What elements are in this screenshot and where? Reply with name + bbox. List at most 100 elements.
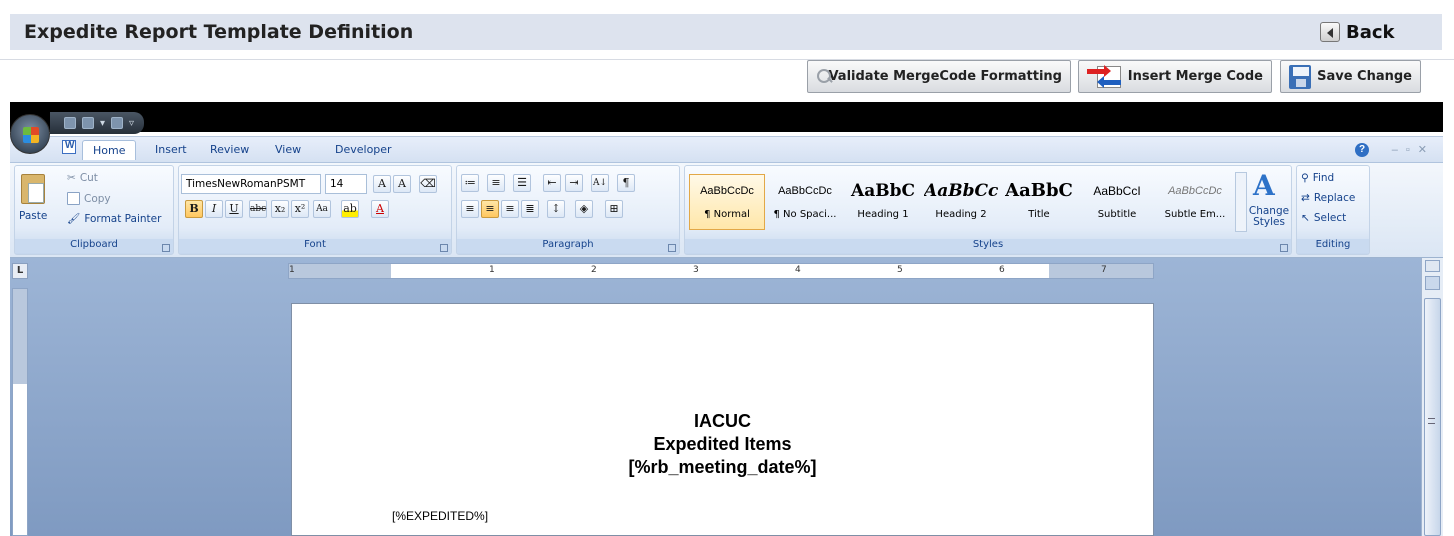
font-size-combo[interactable]: 14 (325, 174, 367, 194)
ruler-number: 5 (897, 265, 903, 275)
ruler-number: 2 (591, 265, 597, 275)
paste-icon[interactable] (21, 174, 45, 204)
copy-button[interactable]: Copy (67, 192, 111, 205)
style-title[interactable]: AaBbC Title (1001, 174, 1077, 230)
validate-label: Validate MergeCode Formatting (828, 69, 1062, 84)
word-editor: ▾ ▿ Home Insert Review View Developer ? … (10, 108, 1443, 536)
paste-button[interactable]: Paste (19, 210, 47, 222)
shrink-font-icon[interactable]: A (393, 175, 411, 193)
scroll-up-icon[interactable] (1425, 276, 1440, 290)
bold-icon[interactable]: B (185, 200, 203, 218)
doc-heading-date-code: [%rb_meeting_date%] (628, 457, 817, 477)
decrease-indent-icon[interactable]: ⇤ (543, 174, 561, 192)
style-title-sample: AaBbC (1005, 180, 1073, 201)
clipboard-group-label: Clipboard (15, 239, 173, 253)
strikethrough-icon[interactable]: abc (249, 200, 267, 218)
cut-button[interactable]: ✂ Cut (67, 172, 98, 184)
style-subtle-emphasis[interactable]: AaBbCcDc Subtle Em... (1157, 174, 1233, 230)
highlight-icon[interactable]: ab (341, 200, 359, 218)
sort-icon[interactable]: A↓ (591, 174, 609, 192)
justify-icon[interactable]: ≣ (521, 200, 539, 218)
qat-dropdown-icon[interactable]: ▾ (100, 118, 105, 129)
bullets-icon[interactable]: ≔ (461, 174, 479, 192)
grow-font-icon[interactable]: A (373, 175, 391, 193)
style-no-spacing[interactable]: AaBbCcDc ¶ No Spaci... (767, 174, 843, 230)
borders-icon[interactable]: ⊞ (605, 200, 623, 218)
align-left-icon[interactable]: ≡ (461, 200, 479, 218)
cursor-icon: ↖ (1301, 212, 1310, 224)
undo-icon[interactable] (82, 117, 94, 129)
style-normal-sample: AaBbCcDc (700, 185, 754, 197)
numbering-icon[interactable]: ≡ (487, 174, 505, 192)
redo-icon[interactable] (111, 117, 124, 129)
vertical-ruler[interactable] (12, 288, 28, 536)
scroll-thumb[interactable] (1424, 298, 1441, 536)
tab-review[interactable]: Review (210, 143, 249, 156)
font-group: TimesNewRomanPSMT 14 A A ⌫ B I U abc x₂ … (178, 165, 452, 255)
tab-home[interactable]: Home (82, 140, 137, 160)
clear-format-icon[interactable]: ⌫ (419, 175, 437, 193)
style-subtle-emphasis-sample: AaBbCcDc (1168, 185, 1222, 197)
font-name-combo[interactable]: TimesNewRomanPSMT (181, 174, 321, 194)
clipboard-launcher-icon[interactable] (162, 244, 170, 252)
horizontal-ruler[interactable]: 1 1 2 3 4 5 6 7 (288, 263, 1154, 279)
qat-customize-icon[interactable]: ▿ (129, 118, 134, 129)
italic-icon[interactable]: I (205, 200, 223, 218)
paragraph-group-label: Paragraph (457, 239, 679, 253)
tab-selector-icon[interactable]: L (12, 263, 28, 279)
save-change-button[interactable]: Save Change (1280, 60, 1421, 93)
ruler-number: 1 (289, 265, 295, 275)
format-painter-button[interactable]: 🖌 Format Painter (67, 212, 162, 226)
ruler-number: 1 (489, 265, 495, 275)
window-controls-icon[interactable]: –▫✕ (1392, 143, 1435, 156)
split-view-icon[interactable] (1425, 260, 1440, 272)
back-button[interactable]: Back (1320, 20, 1395, 44)
style-heading-1[interactable]: AaBbC Heading 1 (845, 174, 921, 230)
find-label: Find (1312, 172, 1335, 184)
multilevel-list-icon[interactable]: ☰ (513, 174, 531, 192)
shading-icon[interactable]: ◈ (575, 200, 593, 218)
align-center-icon[interactable]: ≡ (481, 200, 499, 218)
editing-group: ⚲ Find ⇄ Replace ↖ Select Editing (1296, 165, 1370, 255)
change-styles-label: Change Styles (1248, 205, 1290, 228)
document-workspace: L 1 1 2 3 4 5 6 7 IACUC Expedited Items … (10, 258, 1443, 536)
style-heading-1-name: Heading 1 (857, 209, 909, 220)
insert-merge-code-button[interactable]: Insert Merge Code (1078, 60, 1272, 93)
style-no-spacing-name: ¶ No Spaci... (773, 209, 837, 220)
font-color-icon[interactable]: A (371, 200, 389, 218)
align-right-icon[interactable]: ≡ (501, 200, 519, 218)
find-button[interactable]: ⚲ Find (1301, 172, 1334, 184)
merge-arrows-icon (1087, 64, 1122, 90)
document-page[interactable]: IACUC Expedited Items [%rb_meeting_date%… (291, 303, 1154, 536)
increase-indent-icon[interactable]: ⇥ (565, 174, 583, 192)
superscript-icon[interactable]: x² (291, 200, 309, 218)
select-button[interactable]: ↖ Select (1301, 212, 1346, 224)
tab-developer[interactable]: Developer (335, 143, 392, 156)
style-heading-2[interactable]: AaBbCc Heading 2 (923, 174, 999, 230)
help-icon[interactable]: ? (1355, 143, 1369, 157)
insert-label: Insert Merge Code (1127, 69, 1263, 84)
ribbon: Paste ✂ Cut Copy 🖌 Format Painter Clipboar… (10, 162, 1443, 258)
line-spacing-icon[interactable]: ↕ (547, 200, 565, 218)
underline-icon[interactable]: U (225, 200, 243, 218)
paragraph-launcher-icon[interactable] (668, 244, 676, 252)
font-launcher-icon[interactable] (440, 244, 448, 252)
subscript-icon[interactable]: x₂ (271, 200, 289, 218)
style-normal[interactable]: AaBbCcDc ¶ Normal (689, 174, 765, 230)
change-case-icon[interactable]: Aa (313, 200, 331, 218)
change-styles-button[interactable]: A Change Styles (1247, 168, 1291, 240)
tab-insert[interactable]: Insert (155, 143, 187, 156)
style-subtitle[interactable]: AaBbCcI Subtitle (1079, 174, 1155, 230)
validate-mergecode-button[interactable]: Validate MergeCode Formatting (807, 60, 1071, 93)
save-icon[interactable] (64, 117, 76, 129)
tab-view[interactable]: View (275, 143, 301, 156)
show-marks-icon[interactable]: ¶ (617, 174, 635, 192)
style-heading-1-sample: AaBbC (851, 181, 915, 201)
styles-gallery-scroll[interactable] (1235, 172, 1247, 232)
vertical-scrollbar[interactable] (1421, 258, 1443, 536)
format-painter-label: Format Painter (84, 212, 162, 225)
replace-button[interactable]: ⇄ Replace (1301, 192, 1355, 204)
styles-launcher-icon[interactable] (1280, 244, 1288, 252)
office-button[interactable] (10, 114, 50, 154)
action-toolbar: Validate MergeCode Formatting Insert Mer… (0, 60, 1454, 102)
